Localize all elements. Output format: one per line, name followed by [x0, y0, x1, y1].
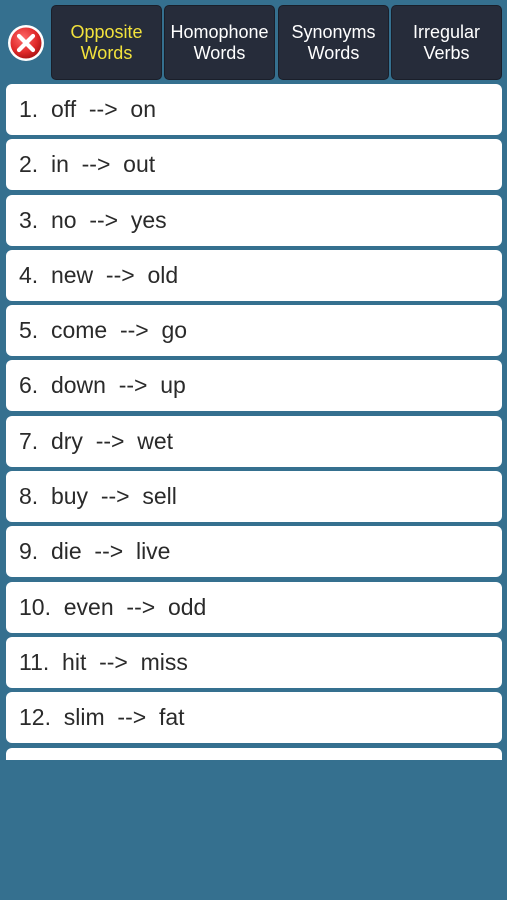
list-item[interactable]: 8. buy --> sell: [6, 471, 502, 523]
list-item-text: 5. come --> go: [19, 317, 188, 344]
list-item-text: 2. in --> out: [19, 151, 156, 178]
list-item[interactable]: 3. no --> yes: [6, 194, 502, 246]
list-item[interactable]: 7. dry --> wet: [6, 415, 502, 467]
list-item[interactable]: 11. hit --> miss: [6, 636, 502, 688]
list-item-text: 1. off --> on: [19, 96, 157, 122]
tab-synonyms-words[interactable]: Synonyms Words: [278, 5, 389, 80]
tab-irregular-verbs[interactable]: Irregular Verbs: [391, 5, 502, 80]
tab-opposite-words[interactable]: Opposite Words: [51, 5, 162, 80]
tab-label: Opposite Words: [70, 21, 143, 63]
list-item[interactable]: 4. new --> old: [6, 249, 502, 301]
list-item-text: 11. hit --> miss: [19, 648, 188, 675]
tab-homophone-words[interactable]: Homophone Words: [164, 5, 275, 80]
tab-label: Homophone Words: [170, 21, 269, 63]
list-item-text: 10. even --> odd: [19, 593, 207, 620]
list-item[interactable]: 9. die --> live: [6, 526, 502, 578]
list-item-text: 12. slim --> fat: [19, 704, 185, 731]
list-item-text: 4. new --> old: [19, 261, 179, 288]
list-item-text: 3. no --> yes: [19, 206, 167, 233]
list-item[interactable]: 1. off --> on: [6, 84, 502, 135]
list-item[interactable]: 6. down --> up: [6, 360, 502, 412]
tab-label: Irregular Verbs: [412, 21, 481, 63]
list-item-text: 6. down --> up: [19, 372, 186, 399]
list-item[interactable]: [6, 747, 502, 760]
list-item[interactable]: 2. in --> out: [6, 139, 502, 191]
list-item-text: 7. dry --> wet: [19, 427, 174, 454]
close-button[interactable]: [7, 24, 45, 62]
list-item[interactable]: 10. even --> odd: [6, 581, 502, 633]
word-list[interactable]: 1. off --> on 2. in --> out 3. no --> ye…: [6, 84, 502, 760]
tab-label: Synonyms Words: [291, 21, 376, 63]
close-icon: [8, 25, 44, 61]
list-item[interactable]: 5. come --> go: [6, 305, 502, 357]
list-item-text: 9. die --> live: [19, 538, 171, 565]
list-item[interactable]: 12. slim --> fat: [6, 692, 502, 744]
list-item-text: 8. buy --> sell: [19, 483, 177, 510]
